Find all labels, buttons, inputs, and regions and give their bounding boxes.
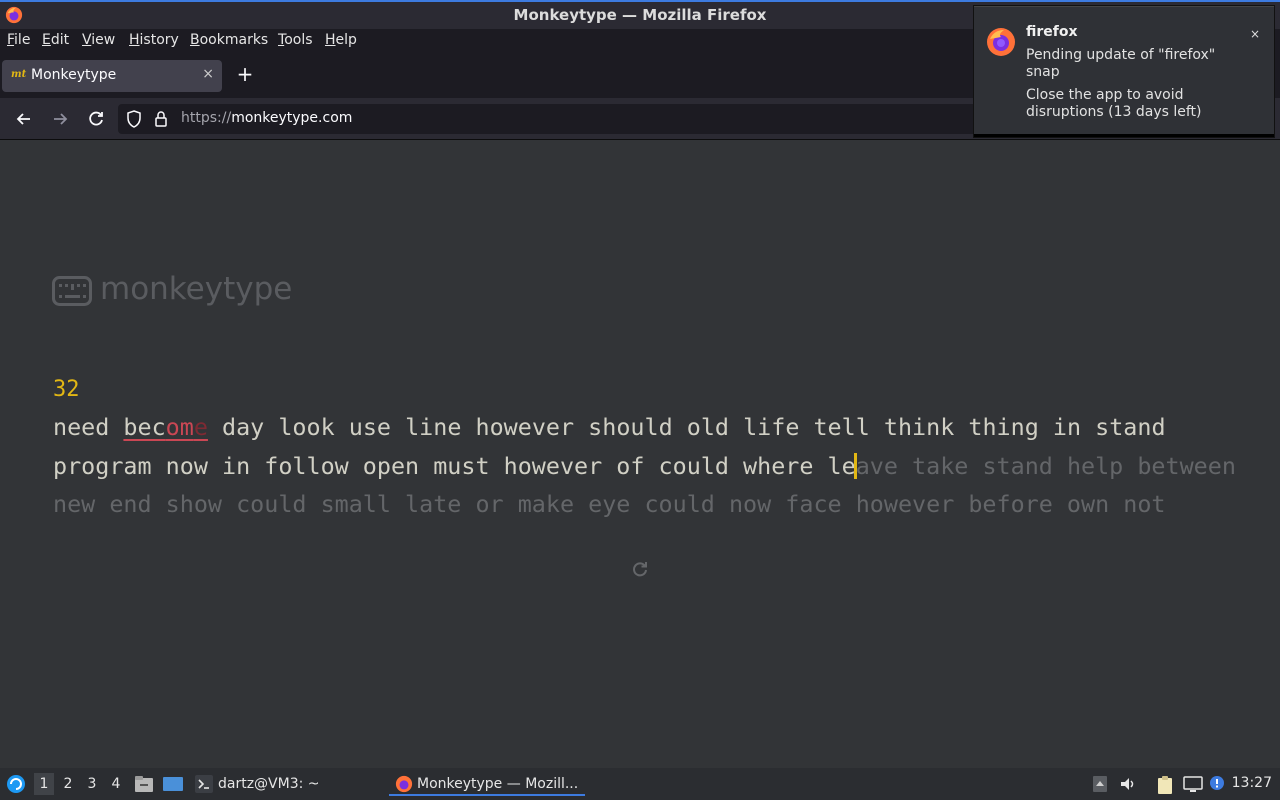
start-menu-icon[interactable] [6,774,26,794]
url-scheme: https:// [181,110,232,126]
back-button[interactable] [11,106,37,132]
page-content: monkeytype 32 need become day look use l… [0,141,1280,768]
notification-close-button[interactable]: × [1250,27,1260,41]
url-host: monkeytype.com [231,110,353,126]
menu-edit[interactable]: Edit [42,32,69,48]
notification-detail: Close the app to avoid disruptions (13 d… [1026,87,1202,120]
untyped-words: ave take stand help between [855,452,1236,480]
menu-history[interactable]: History [129,32,179,48]
new-tab-button[interactable]: + [234,63,256,85]
url-text: https://monkeytype.com [181,110,352,126]
firefox-icon [5,6,23,24]
notification-message: Pending update of "firefox" snap [1026,47,1216,80]
error-word: become [123,413,208,441]
monkeytype-favicon-icon: mt [11,69,27,80]
typed-words: day look use line however should old lif… [207,413,1166,441]
workspace-3[interactable]: 3 [82,773,102,795]
tracking-protection-shield-icon[interactable] [126,110,142,128]
taskbar: 1 2 3 4 dartz@VM3: ~ Monkeytype — Mozill… [0,768,1280,800]
update-notification[interactable]: firefox Pending update of "firefox" snap… [974,6,1274,137]
task-firefox-label: Monkeytype — Mozill... [417,776,579,792]
menu-tools[interactable]: Tools [278,32,313,48]
typed-word: need [53,413,124,441]
network-icon[interactable] [1183,775,1203,793]
error-word-wrong-part: om [165,413,194,441]
close-tab-icon[interactable]: × [202,66,214,82]
firefox-icon [987,28,1015,56]
notification-app-name: firefox [1026,24,1078,40]
words-line-1: need become day look use line however sh… [53,413,1166,441]
file-manager-icon[interactable] [134,775,154,793]
restart-test-icon[interactable] [630,559,650,579]
menu-view[interactable]: View [82,32,115,48]
terminal-icon [195,775,213,793]
update-notifier-icon[interactable] [1209,775,1225,793]
menu-file[interactable]: File [7,32,30,48]
error-word-missing-part: e [193,413,208,441]
task-terminal[interactable]: dartz@VM3: ~ [218,772,320,796]
error-word-correct-part: bec [123,413,166,441]
workspace-1[interactable]: 1 [34,773,54,795]
menu-help[interactable]: Help [325,32,357,48]
workspace-2[interactable]: 2 [58,773,78,795]
word-counter: 32 [53,377,80,402]
reload-button[interactable] [83,106,109,132]
clipboard-icon[interactable] [1156,775,1174,795]
task-firefox[interactable]: Monkeytype — Mozill... [389,772,585,796]
lock-icon[interactable] [154,110,168,128]
tab-monkeytype[interactable]: mt Monkeytype × [2,60,222,92]
workspace-4[interactable]: 4 [106,773,126,795]
tab-title: Monkeytype [31,67,117,83]
desktop-icon[interactable] [162,775,184,793]
tray-up-arrow-icon[interactable] [1092,775,1108,793]
volume-icon[interactable] [1119,775,1137,793]
forward-button[interactable] [47,106,73,132]
menu-bookmarks[interactable]: Bookmarks [190,32,268,48]
logo-text: monkeytype [100,271,293,307]
words-line-2: program now in follow open must however … [53,452,1236,480]
clock[interactable]: 13:27 [1232,775,1272,791]
words-line-3: new end show could small late or make ey… [53,490,1166,518]
keyboard-logo-icon [52,276,92,306]
window-title: Monkeytype — Mozilla Firefox [513,6,767,24]
typed-words: program now in follow open must however … [53,452,856,480]
firefox-icon [395,775,413,793]
